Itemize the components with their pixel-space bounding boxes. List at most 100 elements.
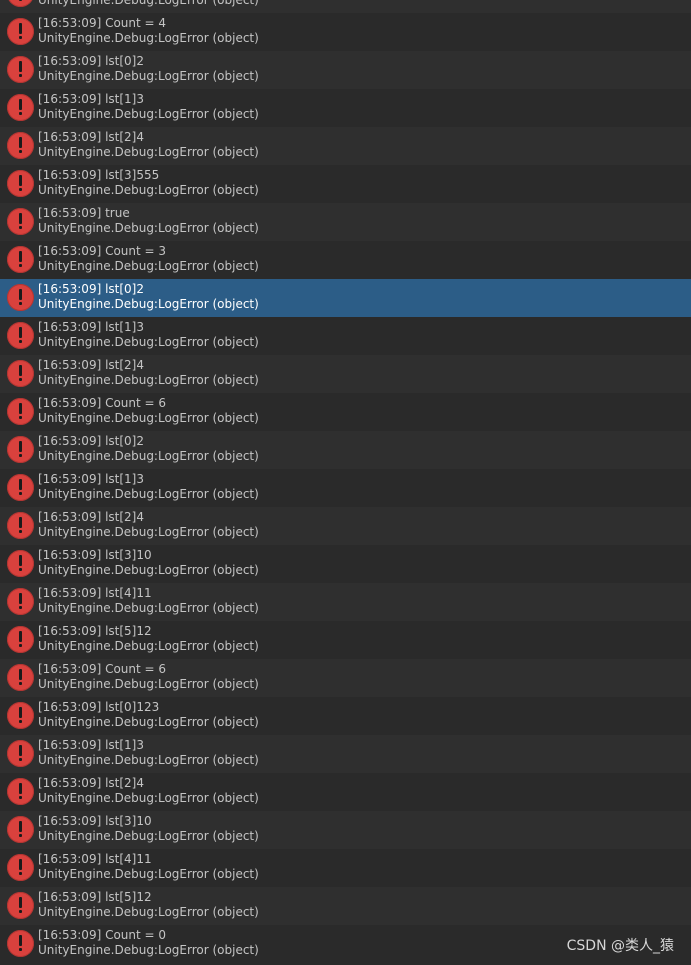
log-entry[interactable]: [16:53:09] lst[1]3 UnityEngine.Debug:LogE… bbox=[0, 89, 691, 127]
error-icon bbox=[7, 0, 34, 7]
log-message: [16:53:09] Count = 4 bbox=[38, 16, 167, 30]
log-entry[interactable]: [16:53:09] lst[1]3 UnityEngine.Debug:LogE… bbox=[0, 735, 691, 773]
error-icon bbox=[7, 740, 34, 767]
log-stack-trace: UnityEngine.Debug:LogError (object) bbox=[38, 791, 259, 805]
log-message: [16:53:09] lst[1]3 bbox=[38, 738, 144, 752]
log-message: [16:53:09] lst[2]4 bbox=[38, 510, 144, 524]
error-icon bbox=[7, 512, 34, 539]
log-stack-trace: UnityEngine.Debug:LogError (object) bbox=[38, 335, 259, 349]
error-icon bbox=[7, 170, 34, 197]
log-stack-trace: UnityEngine.Debug:LogError (object) bbox=[38, 487, 259, 501]
log-entry[interactable]: [16:53:09] Count = 6 UnityEngine.Debug:Lo… bbox=[0, 393, 691, 431]
log-message: [16:53:09] lst[3]10 bbox=[38, 548, 152, 562]
log-entry[interactable]: [16:53:09] lst[2]4 UnityEngine.Debug:LogE… bbox=[0, 773, 691, 811]
log-stack-trace: UnityEngine.Debug:LogError (object) bbox=[38, 525, 259, 539]
log-stack-trace: UnityEngine.Debug:LogError (object) bbox=[38, 677, 259, 691]
log-stack-trace: UnityEngine.Debug:LogError (object) bbox=[38, 639, 259, 653]
log-stack-trace: UnityEngine.Debug:LogError (object) bbox=[38, 145, 259, 159]
log-entry[interactable]: [16:53:09] lst[3]555 UnityEngine.Debug:Lo… bbox=[0, 165, 691, 203]
log-entry[interactable]: [16:53:09] lst[2]4 UnityEngine.Debug:LogE… bbox=[0, 507, 691, 545]
log-stack-trace: UnityEngine.Debug:LogError (object) bbox=[38, 449, 259, 463]
error-icon bbox=[7, 398, 34, 425]
log-message: [16:53:09] true bbox=[38, 206, 130, 220]
error-icon bbox=[7, 208, 34, 235]
error-icon bbox=[7, 132, 34, 159]
log-stack-trace: UnityEngine.Debug:LogError (object) bbox=[38, 221, 259, 235]
log-entry[interactable]: [16:53:09] lst[5]12 UnityEngine.Debug:Log… bbox=[0, 621, 691, 659]
error-icon bbox=[7, 474, 34, 501]
log-stack-trace: UnityEngine.Debug:LogError (object) bbox=[38, 31, 259, 45]
log-message: [16:53:09] Count = 3 bbox=[38, 244, 167, 258]
log-stack-trace: UnityEngine.Debug:LogError (object) bbox=[38, 563, 259, 577]
log-stack-trace: UnityEngine.Debug:LogError (object) bbox=[38, 715, 259, 729]
error-icon bbox=[7, 436, 34, 463]
log-entry[interactable]: [16:53:09] lst[5]12 UnityEngine.Debug:Log… bbox=[0, 887, 691, 925]
log-stack-trace: UnityEngine.Debug:LogError (object) bbox=[38, 297, 259, 311]
log-entry[interactable]: [16:53:09] Count = 4 UnityEngine.Debug:Lo… bbox=[0, 13, 691, 51]
watermark: CSDN @类人_猿 bbox=[566, 938, 674, 954]
log-entry[interactable]: [16:53:09] lst[3]10 UnityEngine.Debug:Log… bbox=[0, 811, 691, 849]
log-message: [16:53:09] lst[0]2 bbox=[38, 282, 144, 296]
error-icon bbox=[7, 56, 34, 83]
log-entry[interactable]: [16:53:09] lst[1]3 UnityEngine.Debug:LogE… bbox=[0, 317, 691, 355]
log-entry[interactable]: [16:53:09] lst[4]11 UnityEngine.Debug:Log… bbox=[0, 849, 691, 887]
log-stack-trace: UnityEngine.Debug:LogError (object) bbox=[38, 107, 259, 121]
log-message: [16:53:09] lst[5]12 bbox=[38, 890, 152, 904]
log-message: [16:53:09] Count = 0 bbox=[38, 928, 167, 942]
log-message: [16:53:09] lst[5]12 bbox=[38, 624, 152, 638]
log-entry[interactable]: [16:53:09] lst[3]10 UnityEngine.Debug:Log… bbox=[0, 545, 691, 583]
log-stack-trace: UnityEngine.Debug:LogError (object) bbox=[38, 829, 259, 843]
log-stack-trace: UnityEngine.Debug:LogError (object) bbox=[38, 943, 259, 957]
log-stack-trace: UnityEngine.Debug:LogError (object) bbox=[38, 0, 259, 7]
log-entry[interactable]: [16:53:09] ...UnityEngine.Debug:LogError… bbox=[0, 0, 691, 13]
error-icon bbox=[7, 360, 34, 387]
log-message: [16:53:09] Count = 6 bbox=[38, 662, 167, 676]
log-entry[interactable]: [16:53:09] lst[2]4 UnityEngine.Debug:LogE… bbox=[0, 355, 691, 393]
log-message: [16:53:09] lst[0]2 bbox=[38, 54, 144, 68]
log-message: [16:53:09] lst[0]123 bbox=[38, 700, 160, 714]
log-stack-trace: UnityEngine.Debug:LogError (object) bbox=[38, 411, 259, 425]
log-entry[interactable]: [16:53:09] Count = 3 UnityEngine.Debug:Lo… bbox=[0, 241, 691, 279]
error-icon bbox=[7, 664, 34, 691]
log-message: [16:53:09] lst[4]11 bbox=[38, 586, 152, 600]
log-entry[interactable]: [16:53:09] lst[0]2 UnityEngine.Debug:LogE… bbox=[0, 51, 691, 89]
log-entry[interactable]: [16:53:09] Count = 6 UnityEngine.Debug:Lo… bbox=[0, 659, 691, 697]
log-message: [16:53:09] lst[0]2 bbox=[38, 434, 144, 448]
console-log-list: [16:53:09] ...UnityEngine.Debug:LogError… bbox=[0, 0, 691, 963]
log-entry[interactable]: [16:53:09] lst[0]123 UnityEngine.Debug:Lo… bbox=[0, 697, 691, 735]
log-stack-trace: UnityEngine.Debug:LogError (object) bbox=[38, 905, 259, 919]
log-entry[interactable]: [16:53:09] lst[0]2 UnityEngine.Debug:LogE… bbox=[0, 431, 691, 469]
log-message: [16:53:09] lst[2]4 bbox=[38, 358, 144, 372]
log-message: [16:53:09] lst[1]3 bbox=[38, 472, 144, 486]
log-stack-trace: UnityEngine.Debug:LogError (object) bbox=[38, 69, 259, 83]
log-entry[interactable]: [16:53:09] lst[2]4 UnityEngine.Debug:LogE… bbox=[0, 127, 691, 165]
log-entry[interactable]: [16:53:09] true UnityEngine.Debug:LogErro… bbox=[0, 203, 691, 241]
error-icon bbox=[7, 588, 34, 615]
log-entry[interactable]: [16:53:09] lst[0]2 UnityEngine.Debug:LogE… bbox=[0, 279, 691, 317]
error-icon bbox=[7, 816, 34, 843]
error-icon bbox=[7, 94, 34, 121]
log-message: [16:53:09] Count = 6 bbox=[38, 396, 167, 410]
log-entry[interactable]: [16:53:09] lst[1]3 UnityEngine.Debug:LogE… bbox=[0, 469, 691, 507]
log-stack-trace: UnityEngine.Debug:LogError (object) bbox=[38, 183, 259, 197]
log-message: [16:53:09] lst[1]3 bbox=[38, 92, 144, 106]
log-stack-trace: UnityEngine.Debug:LogError (object) bbox=[38, 259, 259, 273]
log-message: [16:53:09] lst[1]3 bbox=[38, 320, 144, 334]
error-icon bbox=[7, 18, 34, 45]
error-icon bbox=[7, 322, 34, 349]
log-stack-trace: UnityEngine.Debug:LogError (object) bbox=[38, 373, 259, 387]
error-icon bbox=[7, 854, 34, 881]
error-icon bbox=[7, 778, 34, 805]
log-message: [16:53:09] lst[3]555 bbox=[38, 168, 160, 182]
error-icon bbox=[7, 930, 34, 957]
log-message: [16:53:09] lst[4]11 bbox=[38, 852, 152, 866]
log-stack-trace: UnityEngine.Debug:LogError (object) bbox=[38, 601, 259, 615]
log-message: [16:53:09] lst[2]4 bbox=[38, 130, 144, 144]
error-icon bbox=[7, 892, 34, 919]
error-icon bbox=[7, 284, 34, 311]
log-stack-trace: UnityEngine.Debug:LogError (object) bbox=[38, 867, 259, 881]
log-message: [16:53:09] lst[3]10 bbox=[38, 814, 152, 828]
error-icon bbox=[7, 550, 34, 577]
log-entry[interactable]: [16:53:09] lst[4]11 UnityEngine.Debug:Log… bbox=[0, 583, 691, 621]
error-icon bbox=[7, 246, 34, 273]
